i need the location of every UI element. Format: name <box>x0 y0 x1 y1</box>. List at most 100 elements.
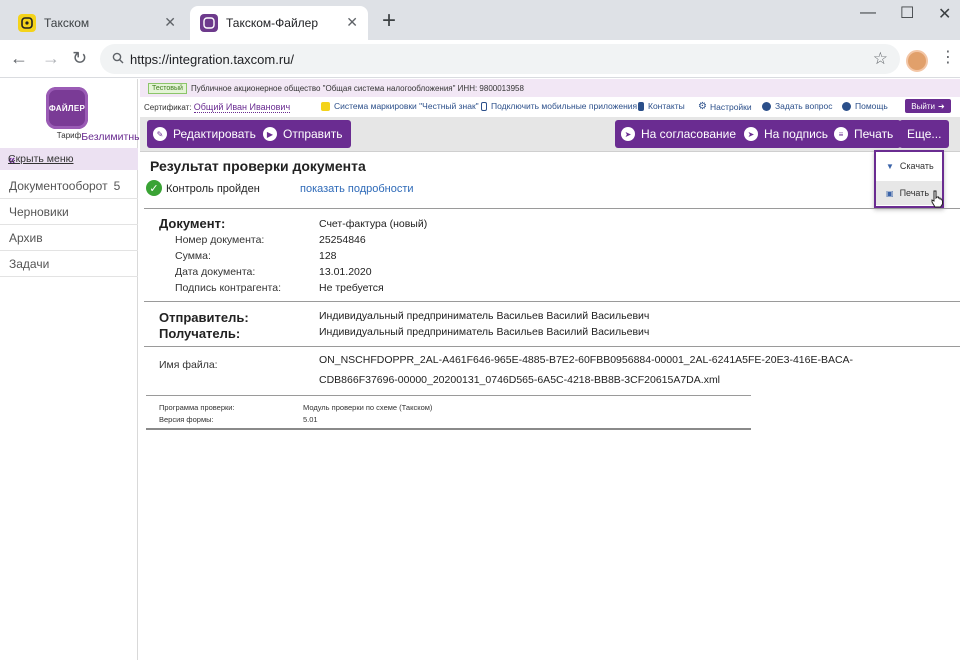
minimize-icon[interactable]: — <box>860 4 876 22</box>
sidebar: ФАЙЛЕР Тариф Безлимитный « Скрыть меню Д… <box>0 79 148 660</box>
link-label: Контакты <box>648 101 685 111</box>
maximize-icon[interactable]: ☐ <box>900 3 914 23</box>
filer-purple-icon <box>200 14 218 32</box>
field-label: Сумма: <box>175 250 211 262</box>
tab-title: Такском <box>44 16 90 30</box>
logout-icon: ➜ <box>937 101 945 111</box>
approval-button[interactable]: ➤ На согласование <box>615 120 744 148</box>
tariff-value[interactable]: Безлимитный <box>81 131 147 143</box>
profile-avatar[interactable] <box>906 50 928 72</box>
link-label: Подключить мобильные приложения <box>491 101 638 111</box>
field-label: Номер документа: <box>175 234 265 246</box>
program-value: Модуль проверки по схеме (Такском) <box>303 403 433 412</box>
main-content: Результат проверки документа ✓ Контроль … <box>140 153 960 660</box>
page-title: Результат проверки документа <box>150 158 366 174</box>
browser-tab-taxcom[interactable]: Такском ✕ <box>8 6 186 40</box>
link-label: Задать вопрос <box>775 101 833 111</box>
document-heading: Документ: <box>159 216 226 231</box>
close-icon[interactable]: ✕ <box>346 15 358 29</box>
honest-sign-icon <box>321 101 330 111</box>
receiver-value: Индивидуальный предприниматель Васильев … <box>319 326 650 338</box>
contacts-icon <box>638 101 644 111</box>
sidebar-item-docflow[interactable]: Документооборот 5 <box>0 173 138 199</box>
filer-logo[interactable]: ФАЙЛЕР <box>46 87 88 129</box>
send-button[interactable]: ▶ Отправить <box>257 120 351 148</box>
sign-button[interactable]: ➤ На подпись <box>738 120 837 148</box>
browser-tab-filer[interactable]: Такском-Файлер ✕ <box>190 6 368 40</box>
reload-icon[interactable]: ↻ <box>72 48 87 68</box>
divider <box>146 395 751 396</box>
honest-sign-link[interactable]: Система маркировки "Честный знак" <box>321 101 479 111</box>
mobile-apps-link[interactable]: Подключить мобильные приложения <box>481 101 637 111</box>
divider <box>144 208 960 209</box>
url-omnibox[interactable]: https://integration.taxcom.ru/ ☆ <box>100 44 900 74</box>
button-label: Редактировать <box>173 127 256 141</box>
logout-label: Выйти <box>911 101 935 111</box>
test-badge: Тестовый <box>148 82 187 94</box>
file-name-line-2: CDB866F37696-00000_20200131_0746D565-6A5… <box>319 374 721 386</box>
field-label: Подпись контрагента: <box>175 282 281 294</box>
document-heading-text: Документ <box>159 216 221 231</box>
new-tab-plus-icon[interactable]: + <box>382 9 396 33</box>
hide-menu-button[interactable]: « Скрыть меню <box>0 148 138 170</box>
bookmark-star-icon[interactable]: ☆ <box>873 49 888 69</box>
search-icon <box>112 52 124 64</box>
checkmark-icon: ✓ <box>146 180 162 196</box>
url-text: https://integration.taxcom.ru/ <box>130 52 295 67</box>
field-value: Не требуется <box>319 282 384 294</box>
approval-icon: ➤ <box>621 127 635 141</box>
field-value: 128 <box>319 250 337 262</box>
info-icon <box>842 101 851 111</box>
show-details-link[interactable]: показать подробности <box>300 183 414 195</box>
back-arrow-icon[interactable]: ← <box>10 48 28 68</box>
logo-text: ФАЙЛЕР <box>48 103 86 113</box>
tab-title: Такском-Файлер <box>226 16 319 30</box>
edit-button[interactable]: ✎ Редактировать <box>147 120 264 148</box>
sidebar-item-label: Документооборот <box>9 178 108 193</box>
sidebar-item-label: Черновики <box>9 204 69 219</box>
mobile-icon <box>481 101 487 111</box>
gear-icon: ⚙ <box>698 101 707 112</box>
tariff-info: Тариф Безлимитный <box>0 131 148 143</box>
form-version-value: 5.01 <box>303 415 318 424</box>
sidebar-item-tasks[interactable]: Задачи <box>0 251 138 277</box>
button-label: На согласование <box>641 127 736 141</box>
settings-link[interactable]: ⚙ Настройки <box>698 101 752 112</box>
link-label: Помощь <box>855 101 888 111</box>
receiver-label: Получатель: <box>159 326 241 341</box>
link-label: Настройки <box>709 101 752 112</box>
window-close-icon[interactable]: ✕ <box>938 4 951 24</box>
button-label: На подпись <box>764 127 829 141</box>
hide-menu-label: Скрыть меню <box>8 153 74 165</box>
more-button[interactable]: Еще... <box>899 120 950 148</box>
help-link[interactable]: Помощь <box>842 101 888 111</box>
document-toolbar: ✎ Редактировать ▶ Отправить ➤ На согласо… <box>140 117 960 152</box>
sidebar-item-drafts[interactable]: Черновики <box>0 199 138 225</box>
contacts-link[interactable]: Контакты <box>638 101 685 111</box>
ask-question-link[interactable]: Задать вопрос <box>762 101 833 111</box>
link-label: Система маркировки "Честный знак" <box>334 101 479 111</box>
sender-label: Отправитель: <box>159 310 249 325</box>
field-value: 25254846 <box>319 234 366 246</box>
sidebar-item-label: Задачи <box>9 256 50 271</box>
sidebar-item-archive[interactable]: Архив <box>0 225 138 251</box>
organization-name: Публичное акционерное общество "Общая си… <box>190 83 524 93</box>
control-status: Контроль пройден <box>166 183 260 195</box>
button-label: Отправить <box>283 127 343 141</box>
divider <box>144 346 960 347</box>
program-label: Программа проверки: <box>159 403 235 412</box>
browser-menu-icon[interactable]: ⋮ <box>940 48 956 68</box>
document-type: Счет-фактура (новый) <box>319 218 428 230</box>
divider <box>146 428 751 430</box>
print-button[interactable]: ≡ Печать <box>828 120 902 148</box>
divider <box>144 301 960 302</box>
forward-arrow-icon[interactable]: → <box>42 48 60 68</box>
certificate-name[interactable]: Общий Иван Иванович <box>193 102 291 113</box>
certificate-info: Сертификат: Общий Иван Иванович <box>144 102 291 113</box>
send-icon: ▶ <box>263 127 277 141</box>
close-icon[interactable]: ✕ <box>164 15 176 29</box>
address-bar: ← → ↻ https://integration.taxcom.ru/ ☆ <box>0 40 960 78</box>
logout-button[interactable]: Выйти ➜ <box>905 99 951 113</box>
taxcom-yellow-icon <box>18 14 36 32</box>
certificate-label: Сертификат: <box>144 103 192 112</box>
